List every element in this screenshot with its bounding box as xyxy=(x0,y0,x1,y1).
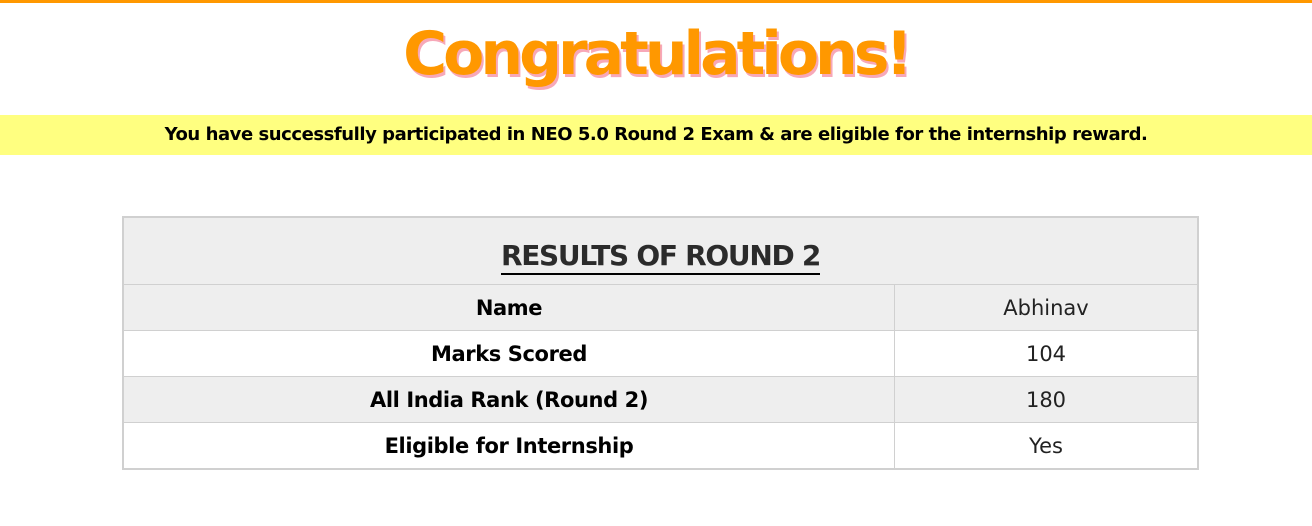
results-title: RESULTS OF ROUND 2 xyxy=(500,239,821,275)
row-value-eligible: Yes xyxy=(894,422,1199,470)
row-label-rank: All India Rank (Round 2) xyxy=(122,376,895,423)
results-table: RESULTS OF ROUND 2 Name Abhinav Marks Sc… xyxy=(122,216,1199,470)
page-title: Congratulations! xyxy=(403,19,913,89)
row-value-marks: 104 xyxy=(894,330,1199,377)
results-table-header-row: RESULTS OF ROUND 2 xyxy=(122,216,1199,285)
row-value-name: Abhinav xyxy=(894,284,1199,331)
table-row: Name Abhinav xyxy=(122,284,1199,331)
row-label-name: Name xyxy=(122,284,895,331)
row-label-eligible: Eligible for Internship xyxy=(122,422,895,470)
eligibility-banner: You have successfully participated in NE… xyxy=(0,115,1312,155)
table-row: All India Rank (Round 2) 180 xyxy=(122,376,1199,423)
row-value-rank: 180 xyxy=(894,376,1199,423)
row-label-marks: Marks Scored xyxy=(122,330,895,377)
results-table-header-cell: RESULTS OF ROUND 2 xyxy=(122,216,1199,285)
top-accent-border xyxy=(0,0,1312,3)
table-row: Eligible for Internship Yes xyxy=(122,422,1199,470)
table-row: Marks Scored 104 xyxy=(122,330,1199,377)
